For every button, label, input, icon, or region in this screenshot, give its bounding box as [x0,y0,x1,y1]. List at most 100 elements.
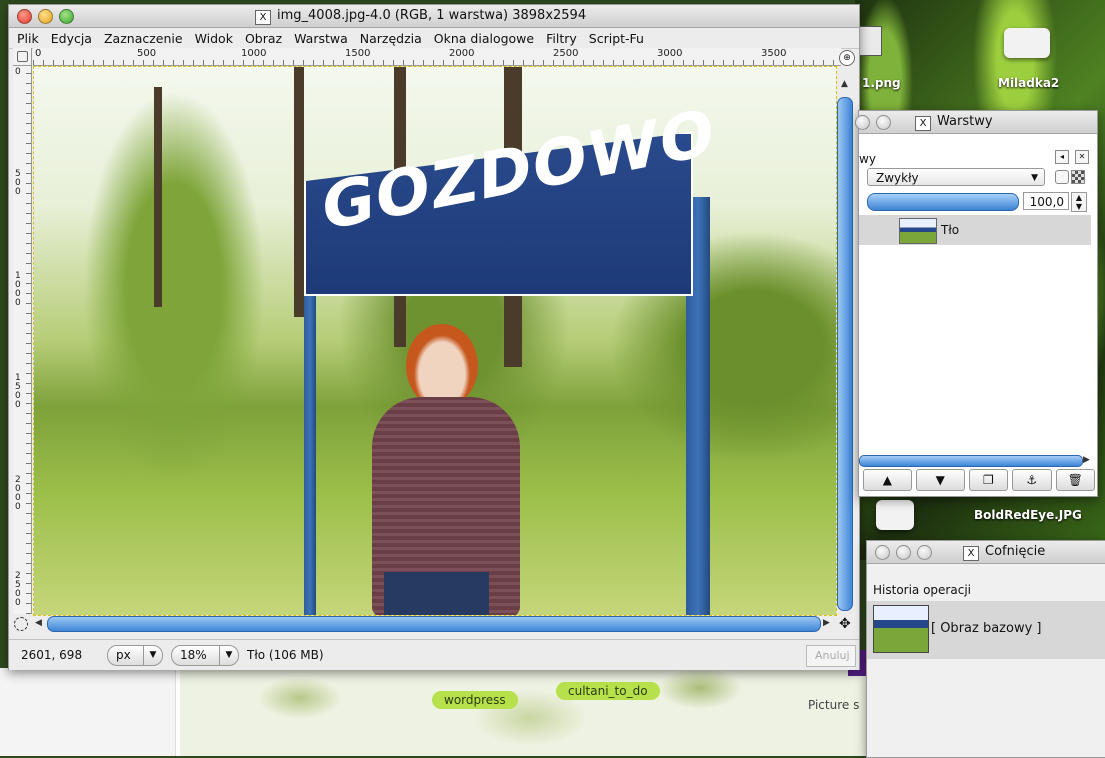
desktop-icon-boldredeye[interactable] [876,500,914,530]
horizontal-scrollbar[interactable] [47,616,821,632]
layers-panel: wy ◂ ✕ [859,134,1097,496]
layer-mode-select[interactable]: Zwykły ▼ [867,168,1045,186]
ruler-label: 500 [137,48,157,59]
ruler-label: 500 [15,169,21,197]
keep-transparency-checkbox[interactable] [1055,170,1069,184]
opacity-slider[interactable] [867,193,1019,211]
x11-icon: X [915,116,931,131]
undo-history-item[interactable]: [ Obraz bazowy ] [867,601,1105,659]
menu-obraz[interactable]: Obraz [245,31,282,46]
undo-section-label: Historia operacji [873,583,971,597]
menu-filtry[interactable]: Filtry [546,31,577,46]
person-legs [384,572,489,615]
tree-trunk [154,87,162,307]
undo-item-label: [ Obraz bazowy ] [931,621,1042,636]
scroll-right-arrow[interactable]: ▶ [823,618,830,628]
undo-thumbnail [873,605,929,653]
layer-mode-value: Zwykły [876,171,919,185]
menu-plik[interactable]: Plik [17,31,39,46]
layer-row[interactable]: Tło [859,215,1091,245]
x11-icon: X [255,10,271,25]
lower-layer-button[interactable]: ▼ [915,469,965,491]
tag-wordpress[interactable]: wordpress [432,691,518,709]
desktop-icon-miladka2[interactable] [1004,28,1050,58]
minimize-button[interactable] [876,115,891,130]
chevron-down-icon: ▼ [1031,173,1038,183]
unit-select[interactable]: px ▼ [107,645,163,666]
navigate-move-icon[interactable]: ✥ [839,617,851,631]
picture-text: Picture s [808,698,860,712]
transparency-icon [1071,170,1085,184]
background-photo [180,668,870,756]
chevron-down-icon: ▼ [143,646,162,665]
ruler-label: 3000 [657,48,683,59]
minimize-button[interactable] [38,9,53,24]
quick-mask-icon[interactable] [14,617,28,631]
ruler-label: 2500 [553,48,579,59]
opacity-spinner[interactable]: ▲ ▼ [1071,192,1087,212]
layer-thumbnail [899,218,937,244]
zoom-button[interactable] [59,9,74,24]
menu-script-fu[interactable]: Script-Fu [589,31,644,46]
ruler-label: 1500 [345,48,371,59]
vertical-scrollbar[interactable] [837,97,853,611]
desktop-icon-label-miladka2: Miladka2 [998,76,1060,90]
zoom-button[interactable] [917,545,932,560]
tree-trunk [294,67,304,317]
unit-value: px [116,648,131,662]
close-icon[interactable]: ✕ [1075,150,1089,164]
browser-window-behind [0,668,870,756]
image-window-titlebar[interactable]: Ximg_4008.jpg-4.0 (RGB, 1 warstwa) 3898x… [9,5,859,28]
undo-titlebar[interactable]: X Cofnięcie [867,541,1105,564]
cancel-button[interactable]: Anuluj [806,645,856,667]
minimize-button[interactable] [896,545,911,560]
menu-okna-dialogowe[interactable]: Okna dialogowe [434,31,534,46]
scroll-right-arrow[interactable]: ▶ [1083,455,1090,465]
desktop-icon-label-png: 1.png [862,76,901,90]
layers-scrollbar[interactable] [859,455,1083,467]
close-button[interactable] [875,545,890,560]
menu-widok[interactable]: Widok [195,31,233,46]
opacity-input[interactable]: 100,0 [1023,192,1069,210]
browser-sidebar [0,668,176,756]
pointer-coordinates: 2601, 698 [21,648,83,662]
zoom-select[interactable]: 18% ▼ [171,645,239,666]
image-canvas[interactable]: GOZDOWO [33,66,837,616]
ruler-label: 2000 [15,475,21,512]
ruler-label: 1000 [15,271,21,308]
x11-icon: X [963,546,979,561]
close-button[interactable] [17,9,32,24]
layers-title: X Warstwy [915,114,993,131]
layers-button-bar: ▲ ▼ ❐ ⚓ 🗑 [859,469,1095,491]
zoom-value: 18% [180,648,207,662]
duplicate-layer-button[interactable]: ❐ [968,469,1009,491]
ruler-label: 1500 [15,373,21,410]
menu-zaznaczenie[interactable]: Zaznaczenie [104,31,183,46]
status-bar: 2601, 698 px ▼ 18% ▼ Tło (106 MB) Anuluj [9,639,859,670]
tab-menu-icon[interactable]: ◂ [1055,150,1069,164]
navigation-icon[interactable]: ⊕ [839,50,855,66]
image-menu-button[interactable] [13,48,32,66]
scroll-left-arrow[interactable]: ◀ [35,618,42,628]
chevron-down-icon: ▼ [219,646,238,665]
ruler-label: 2000 [449,48,475,59]
menu-warstwa[interactable]: Warstwa [294,31,348,46]
sign-post-left [304,287,316,615]
close-button[interactable] [855,115,870,130]
tag-cultani-to-do[interactable]: cultani_to_do [556,682,660,700]
undo-history-dialog: X Cofnięcie Historia operacji [ Obraz baz… [866,540,1105,758]
window-title: Ximg_4008.jpg-4.0 (RGB, 1 warstwa) 3898x… [255,8,586,25]
menu-narzedzia[interactable]: Narzędzia [360,31,422,46]
vertical-ruler[interactable]: 0 500 1000 1500 2000 2500 [13,66,32,614]
scroll-up-arrow[interactable]: ▲ [841,79,848,89]
menu-edycja[interactable]: Edycja [51,31,92,46]
layer-name: Tło [941,223,960,237]
anchor-icon[interactable]: ⚓ [1012,469,1052,491]
ruler-label: 1000 [241,48,267,59]
delete-layer-button[interactable]: 🗑 [1055,469,1095,491]
horizontal-ruler[interactable]: 0 500 1000 1500 2000 2500 3000 3500 [33,48,841,66]
layers-tab-label: wy [859,152,876,166]
raise-layer-button[interactable]: ▲ [863,469,912,491]
layers-titlebar[interactable]: X Warstwy [855,111,1097,134]
ruler-label: 0 [15,67,21,77]
